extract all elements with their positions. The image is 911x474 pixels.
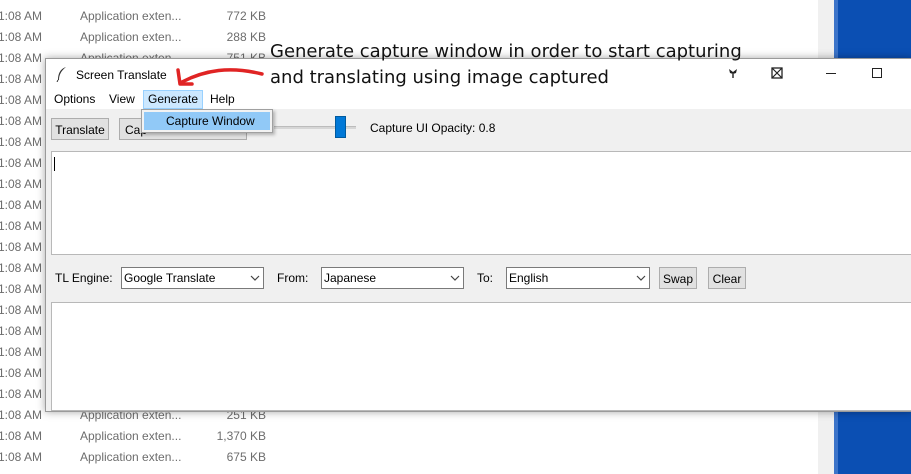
hide-icon — [771, 67, 783, 82]
translated-text-area[interactable] — [51, 302, 911, 411]
engine-select-value: Google Translate — [124, 271, 216, 285]
file-time: 1:08 AM — [0, 408, 43, 422]
file-time: 1:08 AM — [0, 156, 43, 170]
to-label: To: — [477, 271, 494, 285]
file-time: 1:08 AM — [0, 387, 43, 401]
file-time: 1:08 AM — [0, 198, 43, 212]
file-time: 1:08 AM — [0, 114, 43, 128]
minimize-button[interactable] — [808, 59, 854, 90]
file-time: 1:08 AM — [0, 303, 43, 317]
menu-item-capture-window[interactable]: Capture Window — [144, 112, 270, 130]
to-language-value: English — [509, 271, 549, 285]
file-time: 1:08 AM — [0, 324, 43, 338]
annotation-line-1: Generate capture window in order to star… — [270, 41, 742, 62]
file-time: 1:08 AM — [0, 345, 43, 359]
clear-button[interactable]: Clear — [708, 267, 746, 289]
swap-button[interactable]: Swap — [659, 267, 697, 289]
chevron-down-icon — [636, 268, 646, 288]
background-file-row[interactable]: 1:08 AM Application exten... 772 KB — [0, 6, 300, 27]
menu-generate[interactable]: Generate — [143, 90, 204, 109]
maximize-button[interactable] — [854, 59, 900, 90]
red-arrow-icon — [176, 68, 264, 86]
chevron-down-icon — [250, 268, 260, 288]
source-text-area[interactable] — [51, 151, 911, 255]
generate-dropdown-menu: Capture Window — [141, 109, 273, 133]
file-size: 1,370 KB — [216, 429, 266, 443]
from-language-value: Japanese — [324, 271, 377, 285]
engine-select[interactable]: Google Translate — [121, 267, 264, 289]
file-size: 288 KB — [226, 30, 266, 44]
file-time: 1:08 AM — [0, 240, 43, 254]
file-size: 675 KB — [226, 450, 266, 464]
annotation-line-2: and translating using image captured — [270, 67, 609, 88]
maximize-icon — [871, 67, 883, 82]
file-type: Application exten... — [80, 429, 182, 443]
file-time: 1:08 AM — [0, 366, 43, 380]
chevron-down-icon — [450, 268, 460, 288]
from-label: From: — [277, 271, 309, 285]
from-language-select[interactable]: Japanese — [321, 267, 464, 289]
hide-button[interactable] — [754, 59, 800, 90]
pin-icon — [727, 67, 739, 82]
file-time: 1:08 AM — [0, 93, 43, 107]
translate-button[interactable]: Translate — [51, 118, 109, 140]
minimize-icon — [825, 67, 837, 82]
file-type: Application exten... — [80, 450, 182, 464]
text-caret — [54, 157, 55, 171]
file-time: 1:08 AM — [0, 51, 43, 65]
menu-view[interactable]: View — [105, 91, 139, 108]
opacity-slider-thumb[interactable] — [335, 116, 346, 138]
file-time: 1:08 AM — [0, 429, 43, 443]
file-time: 1:08 AM — [0, 282, 43, 296]
menu-options[interactable]: Options — [50, 91, 99, 108]
file-time: 1:08 AM — [0, 261, 43, 275]
to-language-select[interactable]: English — [506, 267, 650, 289]
file-time: 1:08 AM — [0, 219, 43, 233]
feather-icon — [56, 66, 68, 85]
background-file-row[interactable]: 1:08 AM Application exten... 288 KB — [0, 27, 300, 48]
menu-bar: Options View Generate Help — [46, 90, 911, 109]
file-time: 1:08 AM — [0, 72, 43, 86]
engine-label: TL Engine: — [55, 271, 113, 285]
file-type: Application exten... — [80, 30, 182, 44]
window-title: Screen Translate — [76, 68, 167, 82]
file-time: 1:08 AM — [0, 450, 43, 464]
file-size: 772 KB — [226, 9, 266, 23]
background-file-row[interactable]: 1:08 AM Application exten... 1,370 KB — [0, 426, 300, 447]
background-file-row[interactable]: 1:08 AM Application exten... 675 KB — [0, 447, 300, 468]
opacity-label: Capture UI Opacity: 0.8 — [370, 121, 496, 135]
menu-help[interactable]: Help — [206, 91, 239, 108]
pin-button[interactable] — [710, 59, 756, 90]
file-time: 1:08 AM — [0, 9, 43, 23]
file-time: 1:08 AM — [0, 135, 43, 149]
file-type: Application exten... — [80, 9, 182, 23]
file-time: 1:08 AM — [0, 30, 43, 44]
file-time: 1:08 AM — [0, 177, 43, 191]
